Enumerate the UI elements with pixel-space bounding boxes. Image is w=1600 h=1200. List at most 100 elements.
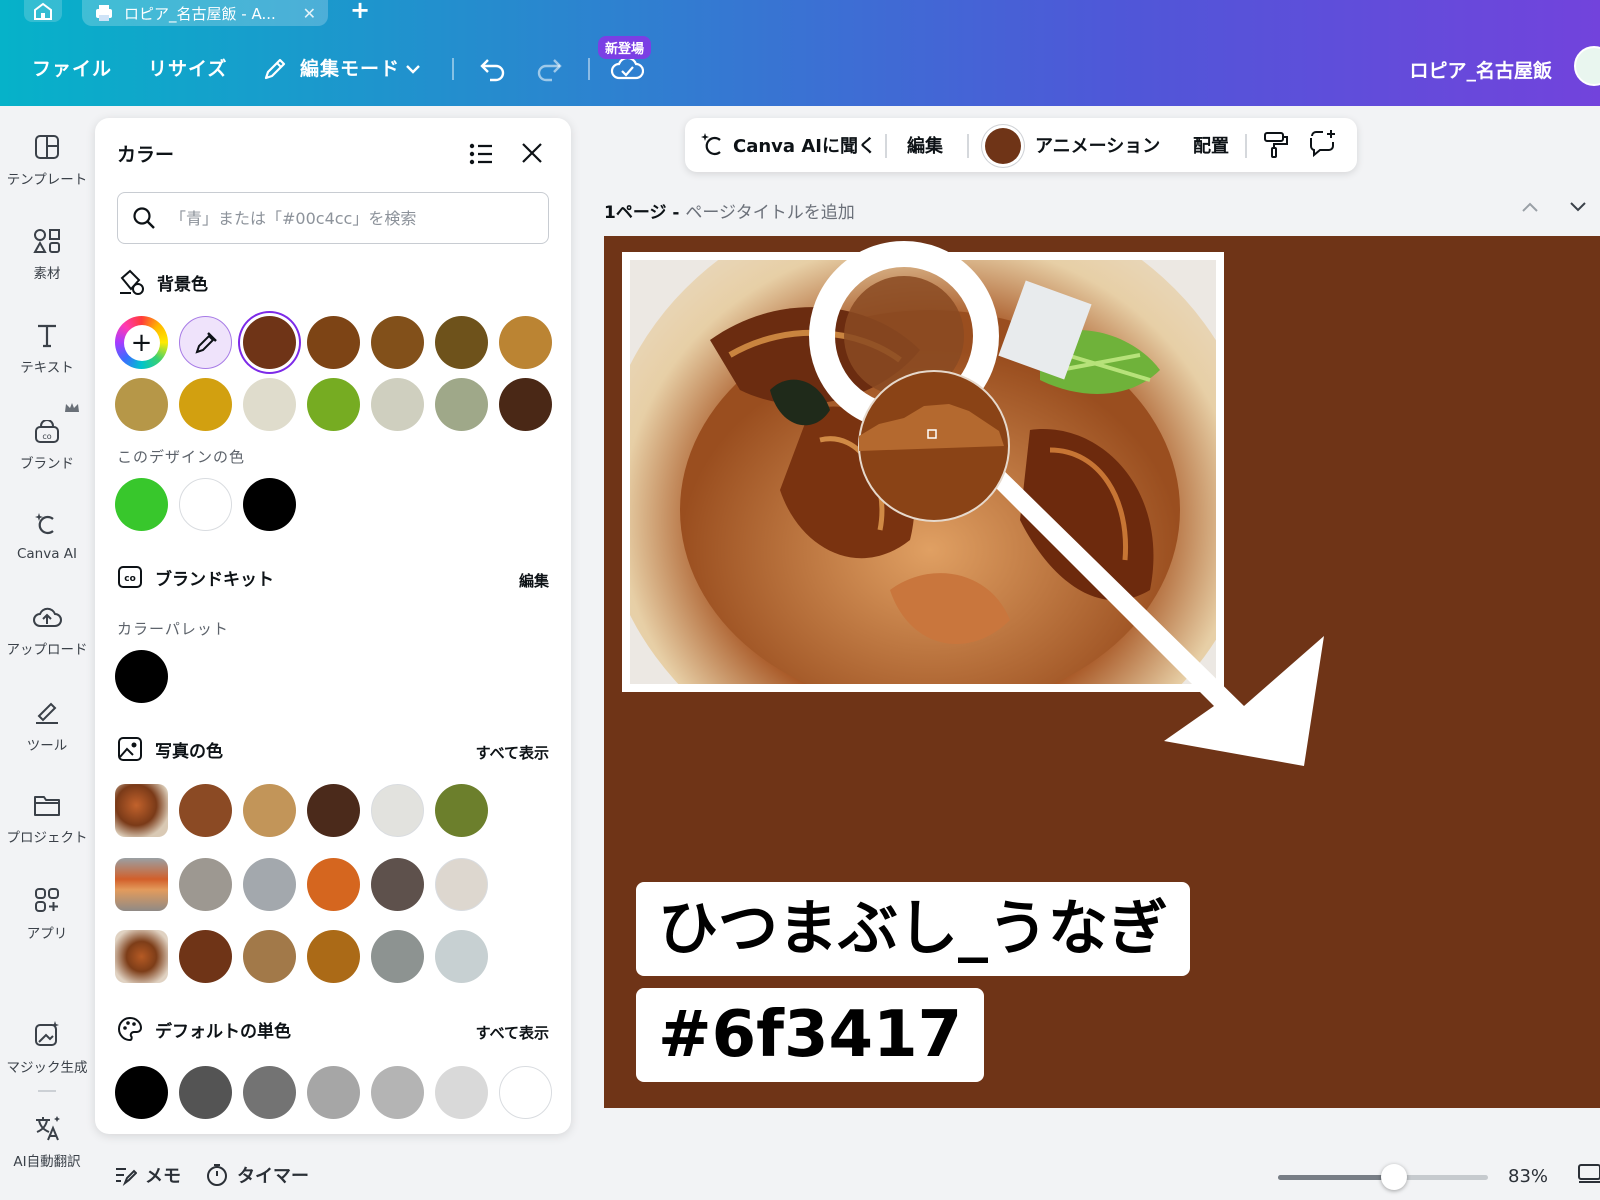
resize-menu[interactable]: リサイズ (148, 54, 227, 81)
photo-thumbnail[interactable] (115, 930, 168, 983)
pencil-icon[interactable] (262, 56, 288, 82)
background-swatch[interactable] (115, 378, 168, 431)
photo-colors-show-all[interactable]: すべて表示 (476, 742, 549, 763)
design-color-swatch[interactable] (179, 478, 232, 531)
photo-color-swatch[interactable] (307, 930, 360, 983)
default-colors-show-all[interactable]: すべて表示 (476, 1022, 549, 1043)
palette-swatch[interactable] (115, 650, 168, 703)
background-swatch[interactable] (371, 378, 424, 431)
default-color-swatch[interactable] (243, 1066, 296, 1119)
zoom-slider[interactable] (1278, 1164, 1488, 1190)
edit-mode-menu[interactable]: 編集モード (300, 54, 400, 81)
photo-color-swatch[interactable] (179, 784, 232, 837)
photo-color-swatch[interactable] (435, 858, 488, 911)
background-swatch[interactable] (371, 316, 424, 369)
search-input[interactable] (170, 208, 530, 228)
list-view-icon[interactable] (467, 140, 495, 168)
home-tab[interactable] (24, 0, 62, 22)
design-color-swatch[interactable] (115, 478, 168, 531)
brand-kit-edit-link[interactable]: 編集 (519, 570, 549, 591)
close-tab-icon[interactable]: ✕ (303, 4, 316, 23)
close-icon[interactable] (519, 140, 545, 166)
rail-item-text[interactable]: テキスト (0, 322, 94, 402)
file-menu[interactable]: ファイル (32, 54, 112, 81)
photo-color-swatch[interactable] (371, 930, 424, 983)
design-color-swatch[interactable] (243, 478, 296, 531)
photo-color-swatch[interactable] (371, 784, 424, 837)
ask-canva-ai-button[interactable]: Canva AIに聞く (733, 132, 876, 158)
default-color-swatch[interactable] (179, 1066, 232, 1119)
top-header: ロピア_名古屋飯 - A... ✕ + ファイル リサイズ 編集モード 新登場 … (0, 0, 1600, 106)
add-page-title-link[interactable]: ページタイトルを追加 (685, 203, 854, 223)
divider (1245, 134, 1247, 158)
arrange-button[interactable]: 配置 (1193, 132, 1229, 158)
background-swatch[interactable] (499, 378, 552, 431)
eyedropper-button[interactable] (179, 316, 232, 369)
rail-item-tools[interactable]: ツール (0, 698, 94, 778)
default-color-swatch[interactable] (435, 1066, 488, 1119)
rail-item-magic[interactable]: マジック生成 (0, 1020, 94, 1100)
zoom-slider-handle[interactable] (1380, 1164, 1407, 1190)
default-colors-header: デフォルトの単色 (117, 1016, 291, 1042)
photo-color-swatch[interactable] (243, 930, 296, 983)
current-color-button[interactable] (985, 128, 1021, 164)
rail-item-projects[interactable]: プロジェクト (0, 792, 94, 872)
photo-color-swatch[interactable] (435, 784, 488, 837)
photo-color-swatch[interactable] (243, 858, 296, 911)
background-swatch[interactable] (243, 316, 296, 369)
background-swatch[interactable] (435, 316, 488, 369)
animation-button[interactable]: アニメーション (1035, 132, 1160, 158)
default-color-swatch[interactable] (307, 1066, 360, 1119)
rail-label: AI自動翻訳 (13, 1154, 81, 1170)
photo-color-swatch[interactable] (435, 930, 488, 983)
chevron-down-icon[interactable] (1568, 200, 1588, 214)
edit-button[interactable]: 編集 (907, 132, 943, 158)
grid-view-icon[interactable] (1578, 1162, 1600, 1186)
background-swatch[interactable] (307, 378, 360, 431)
paint-roller-icon[interactable] (1261, 130, 1291, 160)
background-swatch[interactable] (243, 378, 296, 431)
rail-item-translate[interactable]: AI自動翻訳 (0, 1114, 94, 1194)
canvas-color-code[interactable]: #6f3417 (658, 1003, 962, 1067)
document-tab[interactable]: ロピア_名古屋飯 - A... ✕ (82, 0, 328, 26)
photo-color-swatch[interactable] (371, 858, 424, 911)
photo-color-swatch[interactable] (179, 930, 232, 983)
default-color-swatch[interactable] (371, 1066, 424, 1119)
photo-color-swatch[interactable] (307, 858, 360, 911)
photo-color-swatch[interactable] (179, 858, 232, 911)
rail-item-canva-ai[interactable]: Canva AI (0, 510, 94, 590)
chevron-up-icon[interactable] (1520, 200, 1540, 214)
project-name[interactable]: ロピア_名古屋飯 (1409, 56, 1552, 83)
photo-thumbnail[interactable] (115, 784, 168, 837)
svg-text:co: co (124, 574, 136, 584)
default-color-swatch[interactable] (499, 1066, 552, 1119)
rail-item-brand[interactable]: co ブランド (0, 402, 94, 482)
timer-button[interactable]: タイマー (205, 1162, 309, 1188)
color-code-text-box[interactable]: #6f3417 (636, 988, 985, 1082)
plus-icon: + (123, 324, 160, 361)
memo-button[interactable]: メモ (113, 1162, 181, 1188)
color-search[interactable] (117, 192, 549, 244)
photo-color-swatch[interactable] (307, 784, 360, 837)
rail-item-apps[interactable]: アプリ (0, 886, 94, 966)
photo-color-swatch[interactable] (243, 784, 296, 837)
design-canvas[interactable]: ひつまぶし_うなぎ #6f3417 (604, 236, 1600, 1108)
chevron-down-icon[interactable] (404, 62, 422, 76)
zoom-level[interactable]: 83% (1508, 1166, 1548, 1187)
background-swatch[interactable] (307, 316, 360, 369)
rail-item-templates[interactable]: テンプレート (0, 134, 94, 214)
background-swatch[interactable] (499, 316, 552, 369)
background-swatch[interactable] (179, 378, 232, 431)
undo-icon[interactable] (478, 54, 508, 82)
new-tab-button[interactable]: + (350, 0, 370, 24)
canvas-title[interactable]: ひつまぶし_うなぎ (658, 899, 1168, 959)
add-comment-icon[interactable] (1307, 128, 1339, 160)
rail-item-upload[interactable]: アップロード (0, 604, 94, 684)
rail-item-elements[interactable]: 素材 (0, 228, 94, 308)
redo-icon[interactable] (534, 54, 564, 82)
background-swatch[interactable] (435, 378, 488, 431)
default-color-swatch[interactable] (115, 1066, 168, 1119)
add-color-button[interactable]: + (115, 316, 168, 369)
photo-thumbnail[interactable] (115, 858, 168, 911)
title-text-box[interactable]: ひつまぶし_うなぎ (636, 882, 1190, 976)
